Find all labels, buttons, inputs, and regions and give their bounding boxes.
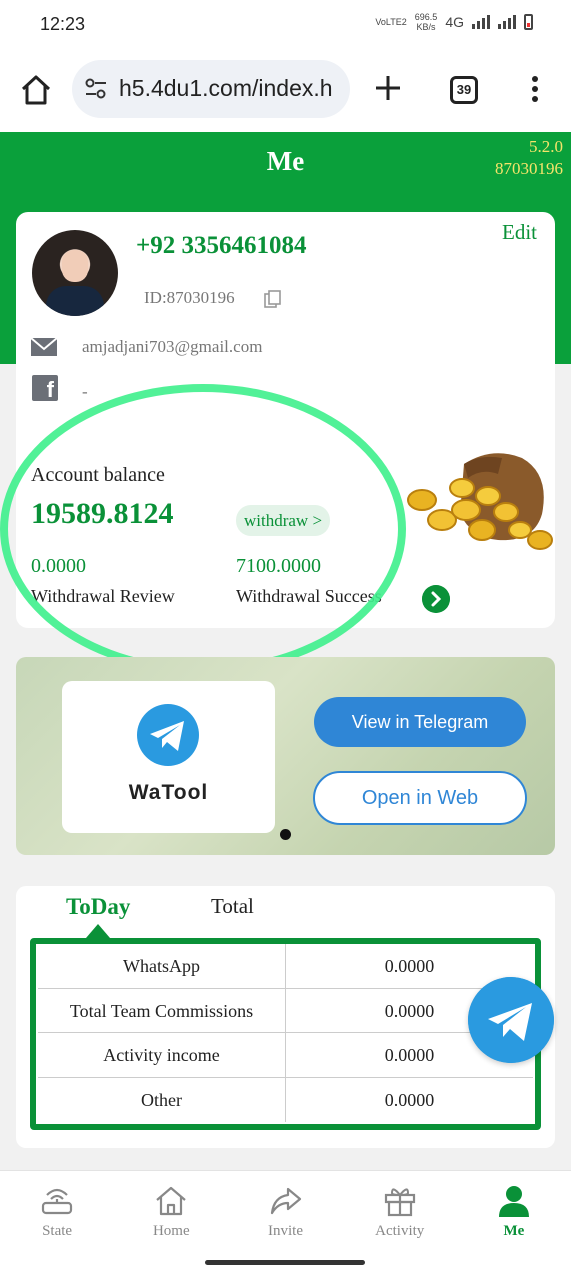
share-icon [270,1187,301,1215]
chevron-right-icon[interactable] [422,585,450,613]
address-bar[interactable]: h5.4du1.com/index.h [72,60,350,118]
url-text[interactable]: h5.4du1.com/index.h [119,75,344,102]
speed-unit: KB/s [416,22,436,32]
version-number: 5.2.0 [529,137,563,156]
table-row: Activity income 0.0000 [38,1033,533,1078]
mail-icon [30,337,58,356]
income-table: WhatsApp 0.0000 Total Team Commissions 0… [30,938,541,1130]
copy-icon[interactable] [264,290,282,308]
telegram-icon [137,704,199,766]
money-bag-icon [407,453,553,550]
phone-number: +92 3356461084 [136,232,307,259]
battery-icon [524,14,533,30]
telegram-banner[interactable]: WaTool View in Telegram Open in Web [16,657,555,855]
table-row: Other 0.0000 [38,1077,533,1122]
speed-value: 696.5 [414,12,438,22]
browser-toolbar: h5.4du1.com/index.h 39 [0,50,571,132]
signal-icon [472,15,490,29]
highlight-ring [0,384,406,674]
person-icon [498,1186,529,1217]
network-type: 4G [445,14,464,30]
home-icon[interactable] [18,72,54,108]
avatar[interactable] [32,230,118,316]
bottom-nav: State Home Invite Activity Me [0,1170,571,1246]
user-id: ID:87030196 [144,288,235,307]
user-code: 87030196 [495,159,563,178]
row-value: 0.0000 [384,1089,435,1110]
table-row: Total Team Commissions 0.0000 [38,988,533,1033]
gesture-bar [0,1246,571,1280]
tab-today[interactable]: ToDay [66,894,130,920]
facebook-icon: f [32,375,58,402]
nav-label: Activity [375,1223,425,1239]
row-name: Activity income [38,1033,286,1077]
page-title: Me [266,146,305,176]
tab-total[interactable]: Total [211,894,254,919]
nav-item-state[interactable]: State [0,1171,114,1246]
app-name: WaTool [128,781,209,804]
volte-label: VoLTE2 [375,17,407,27]
nav-item-me[interactable]: Me [457,1171,571,1246]
status-time: 12:23 [40,14,86,34]
telegram-fab-button[interactable] [468,977,554,1063]
nav-label: Me [503,1223,525,1239]
nav-label: Home [152,1223,190,1239]
router-icon [41,1188,73,1215]
row-name: Other [38,1077,286,1122]
status-icons: VoLTE2 696.5 KB/s 4G [375,12,533,32]
watool-card: WaTool [62,681,275,833]
row-name: WhatsApp [38,944,286,988]
nav-item-invite[interactable]: Invite [228,1171,342,1246]
edit-button[interactable]: Edit [502,220,537,245]
home-icon [156,1186,187,1216]
home-indicator[interactable] [205,1260,365,1265]
nav-label: Invite [268,1223,303,1239]
table-row: WhatsApp 0.0000 [38,944,533,989]
nav-item-activity[interactable]: Activity [343,1171,457,1246]
version-info: 5.2.0 87030196 [495,136,563,180]
open-in-web-button[interactable]: Open in Web [313,771,527,825]
new-tab-icon[interactable] [372,72,404,104]
facebook-value: - [82,382,88,401]
speed-indicator: 696.5 KB/s [415,12,438,32]
tab-switcher-button[interactable]: 39 [450,76,478,104]
nav-label: State [42,1223,73,1239]
signal-icon-2 [498,15,516,29]
active-tab-indicator [86,924,110,938]
row-name: Total Team Commissions [38,988,286,1032]
gift-icon [384,1188,415,1217]
nav-item-home[interactable]: Home [114,1171,228,1246]
more-menu-icon[interactable] [530,76,540,106]
status-bar: 12:23 VoLTE2 696.5 KB/s 4G [0,0,571,50]
carousel-dot[interactable] [280,829,291,840]
email-address: amjadjani703@gmail.com [82,337,263,356]
view-in-telegram-button[interactable]: View in Telegram [314,697,526,747]
site-settings-icon[interactable] [84,78,108,100]
